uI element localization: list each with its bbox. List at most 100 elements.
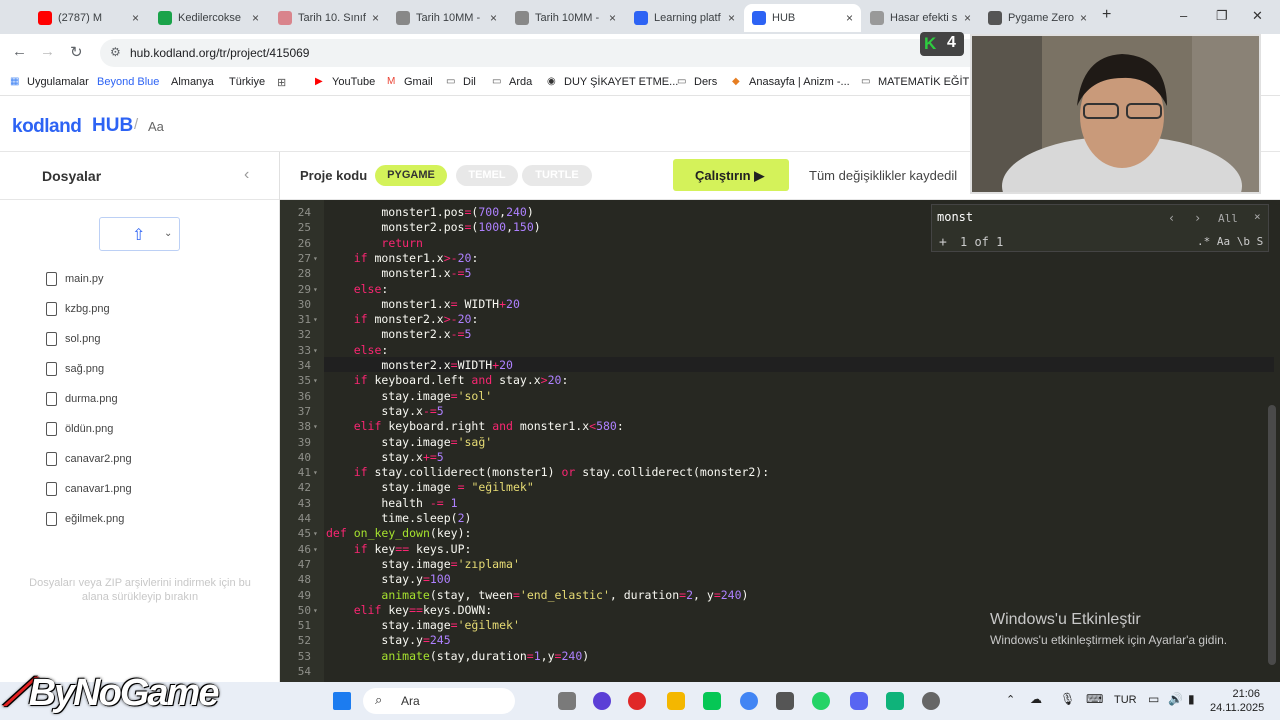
code-line[interactable]: if key== keys.UP: <box>326 542 472 557</box>
close-icon[interactable]: × <box>252 11 259 25</box>
volume-icon[interactable]: 🔊 <box>1168 692 1183 706</box>
fold-toggle-icon[interactable]: ▾ <box>313 343 318 358</box>
editor-scrollbar[interactable] <box>1268 405 1276 665</box>
code-line[interactable]: monster1.x= WIDTH+20 <box>326 297 520 312</box>
file-item[interactable]: sağ.png <box>46 362 104 376</box>
battery-icon[interactable]: ▮ <box>1188 692 1195 706</box>
bookmark-item[interactable]: ◆ Anasayfa | Anizm -... <box>732 76 850 88</box>
chevron-right-icon[interactable]: › <box>1194 211 1201 225</box>
pen-icon[interactable] <box>776 692 794 710</box>
bookmark-item[interactable]: ▭ Ders <box>677 76 717 88</box>
discord-icon[interactable] <box>850 692 868 710</box>
task-view-icon[interactable] <box>558 692 576 710</box>
file-explorer-icon[interactable] <box>667 692 685 710</box>
forward-icon[interactable]: → <box>40 43 55 60</box>
language-indicator[interactable]: TUR <box>1114 694 1137 706</box>
code-line[interactable]: if keyboard.left and stay.x>20: <box>326 373 569 388</box>
network-icon[interactable]: ☁ <box>1030 692 1042 706</box>
close-icon[interactable]: × <box>728 11 735 25</box>
browser-tab[interactable]: HUB × <box>744 4 861 32</box>
site-info-icon[interactable]: ⚙ <box>110 45 121 59</box>
file-item[interactable]: eğilmek.png <box>46 512 124 526</box>
chevron-up-icon[interactable]: ⌃ <box>1006 693 1015 706</box>
code-line[interactable]: monster1.pos=(700,240) <box>326 205 533 220</box>
fold-toggle-icon[interactable]: ▾ <box>313 282 318 297</box>
upload-button[interactable]: ⇧ ⌄ <box>99 217 180 251</box>
reload-icon[interactable]: ↻ <box>70 43 83 61</box>
apps-grid-icon[interactable]: ⊞ <box>277 76 286 89</box>
taskbar-search[interactable]: ⌕ Ara <box>363 688 515 714</box>
mode-turtle[interactable]: TURTLE <box>522 165 592 186</box>
bookmark-item[interactable]: Almanya <box>171 76 214 88</box>
fold-toggle-icon[interactable]: ▾ <box>313 312 318 327</box>
code-line[interactable]: animate(stay,duration=1,y=240) <box>326 649 589 664</box>
chevron-left-icon[interactable]: ‹ <box>244 166 249 184</box>
plus-icon[interactable]: + <box>939 235 947 250</box>
file-item[interactable]: öldün.png <box>46 422 113 436</box>
file-item[interactable]: sol.png <box>46 332 100 346</box>
code-line[interactable]: monster2.pos=(1000,150) <box>326 220 540 235</box>
code-line[interactable]: if monster1.x>-20: <box>326 251 479 266</box>
browser-tab[interactable]: Pygame Zero × <box>980 4 1095 32</box>
wifi-icon[interactable]: ▭ <box>1148 692 1159 706</box>
file-item[interactable]: kzbg.png <box>46 302 110 316</box>
file-item[interactable]: canavar2.png <box>46 452 132 466</box>
code-line[interactable]: else: <box>326 343 389 358</box>
close-icon[interactable]: × <box>372 11 379 25</box>
line-icon[interactable] <box>703 692 721 710</box>
maximize-icon[interactable]: ❐ <box>1216 8 1228 24</box>
bookmark-item[interactable]: ▶ YouTube <box>315 76 375 88</box>
code-line[interactable]: animate(stay, tween='end_elastic', durat… <box>326 588 748 603</box>
code-line[interactable]: stay.image='sol' <box>326 389 492 404</box>
code-line[interactable]: else: <box>326 282 389 297</box>
code-line[interactable]: stay.image='eğilmek' <box>326 618 520 633</box>
fold-toggle-icon[interactable]: ▾ <box>313 419 318 434</box>
fold-toggle-icon[interactable]: ▾ <box>313 526 318 541</box>
code-line[interactable]: monster1.x-=5 <box>326 266 471 281</box>
whatsapp-icon[interactable] <box>812 692 830 710</box>
code-editor[interactable]: 24 25 26 27 ▾ 28 29 ▾ 30 31 ▾ 32 33 ▾ 34 35 ▾ 36 37 38 ▾ 39 40… <box>280 200 1280 682</box>
bookmark-item[interactable]: Beyond Blue <box>97 76 159 88</box>
code-line[interactable]: if stay.colliderect(monster1) or stay.co… <box>326 465 769 480</box>
minimize-icon[interactable]: – <box>1180 8 1187 23</box>
code-line[interactable]: elif key==keys.DOWN: <box>326 603 493 618</box>
settings-icon[interactable] <box>922 692 940 710</box>
code-line[interactable]: stay.image='zıplama' <box>326 557 520 572</box>
bookmark-item[interactable]: ▭ Arda <box>492 76 532 88</box>
close-icon[interactable]: × <box>490 11 497 25</box>
window-close-icon[interactable]: ✕ <box>1252 8 1263 24</box>
mode-pygame[interactable]: PYGAME <box>375 165 447 186</box>
close-icon[interactable]: × <box>1080 11 1087 25</box>
bookmark-item[interactable]: M Gmail <box>387 76 433 88</box>
code-line[interactable]: return <box>326 236 423 251</box>
app-icon[interactable] <box>593 692 611 710</box>
browser-tab[interactable]: (2787) M × <box>30 4 147 32</box>
opera-icon[interactable] <box>628 692 646 710</box>
chrome-icon[interactable] <box>740 692 758 710</box>
code-line[interactable]: stay.image='sağ' <box>326 435 492 450</box>
bookmark-item[interactable]: ▭ Dil <box>446 76 476 88</box>
browser-tab[interactable]: Tarih 10MM - × <box>388 4 505 32</box>
code-line[interactable]: stay.x+=5 <box>326 450 443 465</box>
search-all-button[interactable]: All <box>1218 212 1238 225</box>
browser-tab[interactable]: Learning platf × <box>626 4 743 32</box>
close-icon[interactable]: × <box>1254 210 1261 223</box>
close-icon[interactable]: × <box>132 11 139 25</box>
microphone-icon[interactable]: 🎙 <box>1060 692 1075 706</box>
fold-toggle-icon[interactable]: ▾ <box>313 542 318 557</box>
code-line[interactable]: def on_key_down(key): <box>326 526 471 541</box>
bookmark-item[interactable]: Türkiye <box>229 76 265 88</box>
code-line[interactable]: time.sleep(2) <box>326 511 471 526</box>
windows-start-icon[interactable] <box>333 692 351 710</box>
mode-temel[interactable]: TEMEL <box>456 165 518 186</box>
taskbar-clock[interactable]: 21:06 24.11.2025 <box>1210 687 1264 715</box>
code-line[interactable]: health -= 1 <box>326 496 457 511</box>
file-item[interactable]: durma.png <box>46 392 118 406</box>
browser-tab[interactable]: Hasar efekti s × <box>862 4 979 32</box>
kodland-logo[interactable]: kodland <box>12 116 82 138</box>
code-line[interactable]: stay.y=245 <box>326 633 450 648</box>
back-icon[interactable]: ← <box>12 43 27 60</box>
code-line[interactable]: monster2.x=WIDTH+20 <box>326 358 513 373</box>
fold-toggle-icon[interactable]: ▾ <box>313 603 318 618</box>
game-icon[interactable] <box>886 692 904 710</box>
